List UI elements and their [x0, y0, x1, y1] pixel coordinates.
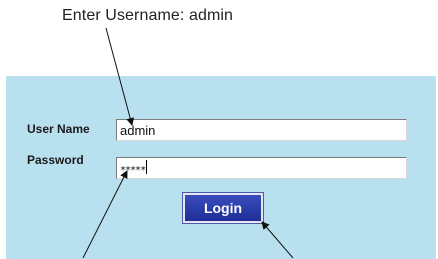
username-arrow — [105, 27, 135, 126]
password-arrow — [82, 170, 128, 258]
callout-arrows — [82, 27, 294, 258]
login-arrow — [261, 221, 294, 258]
